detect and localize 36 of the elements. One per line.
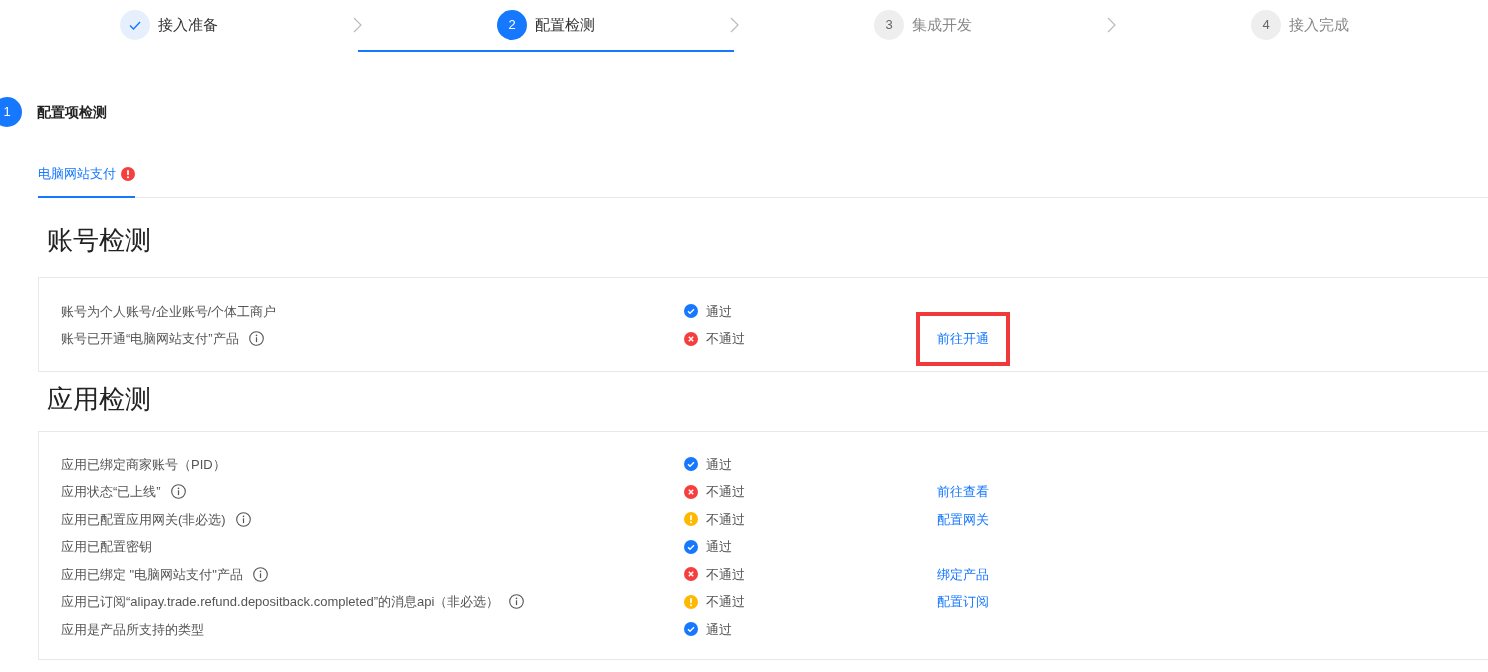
status-text: 通过 (706, 538, 732, 556)
step-number-badge: 1 (0, 97, 22, 127)
status-text: 不通过 (706, 483, 745, 501)
check-label: 应用是产品所支持的类型 (61, 620, 204, 639)
status-text: 通过 (706, 455, 732, 474)
action-link[interactable]: 前往开通 (916, 312, 1010, 366)
group-heading: 账号检测 (47, 223, 152, 257)
check-label: 应用已绑定商家账号（PID） (61, 455, 226, 474)
step-tab[interactable]: 4 接入完成 (1112, 0, 1488, 52)
tab[interactable]: 电脑网站支付 (38, 164, 135, 198)
check-label: 应用已配置应用网关(非必选) (61, 510, 226, 529)
check-label: 应用已绑定 "电脑网站支付"产品 (61, 565, 243, 584)
check-label: 应用状态“已上线” (61, 483, 161, 501)
check-icon (120, 10, 150, 40)
group-heading: 应用检测 (47, 382, 152, 416)
status-text: 通过 (706, 620, 732, 639)
step-number-badge: 3 (874, 10, 904, 40)
status-text: 不通过 (706, 593, 745, 611)
status-text: 不通过 (706, 565, 745, 584)
status-text: 不通过 (706, 510, 745, 529)
section-title: 配置项检测 (37, 102, 107, 122)
step-number-badge: 4 (1251, 10, 1281, 40)
action-link[interactable]: 前往查看 (937, 482, 989, 502)
status-text: 通过 (706, 302, 732, 321)
step-number-badge: 2 (497, 10, 527, 40)
check-label: 应用已配置密钥 (61, 538, 152, 556)
action-link[interactable]: 绑定产品 (937, 564, 989, 584)
action-link[interactable]: 配置订阅 (937, 592, 989, 612)
check-label: 账号为个人账号/企业账号/个体工商户 (61, 302, 277, 321)
action-link[interactable]: 配置网关 (937, 509, 989, 529)
check-label: 应用已订阅“alipay.trade.refund.depositback.completed”的消息api（非必选） (61, 593, 500, 611)
check-label: 账号已开通“电脑网站支付”产品 (61, 330, 239, 348)
step-tab[interactable]: 接入准备 (0, 0, 357, 52)
step-tab[interactable]: 3 集成开发 (735, 0, 1111, 52)
step-tab[interactable]: 2 配置检测 (358, 0, 734, 52)
status-text: 不通过 (706, 330, 745, 348)
